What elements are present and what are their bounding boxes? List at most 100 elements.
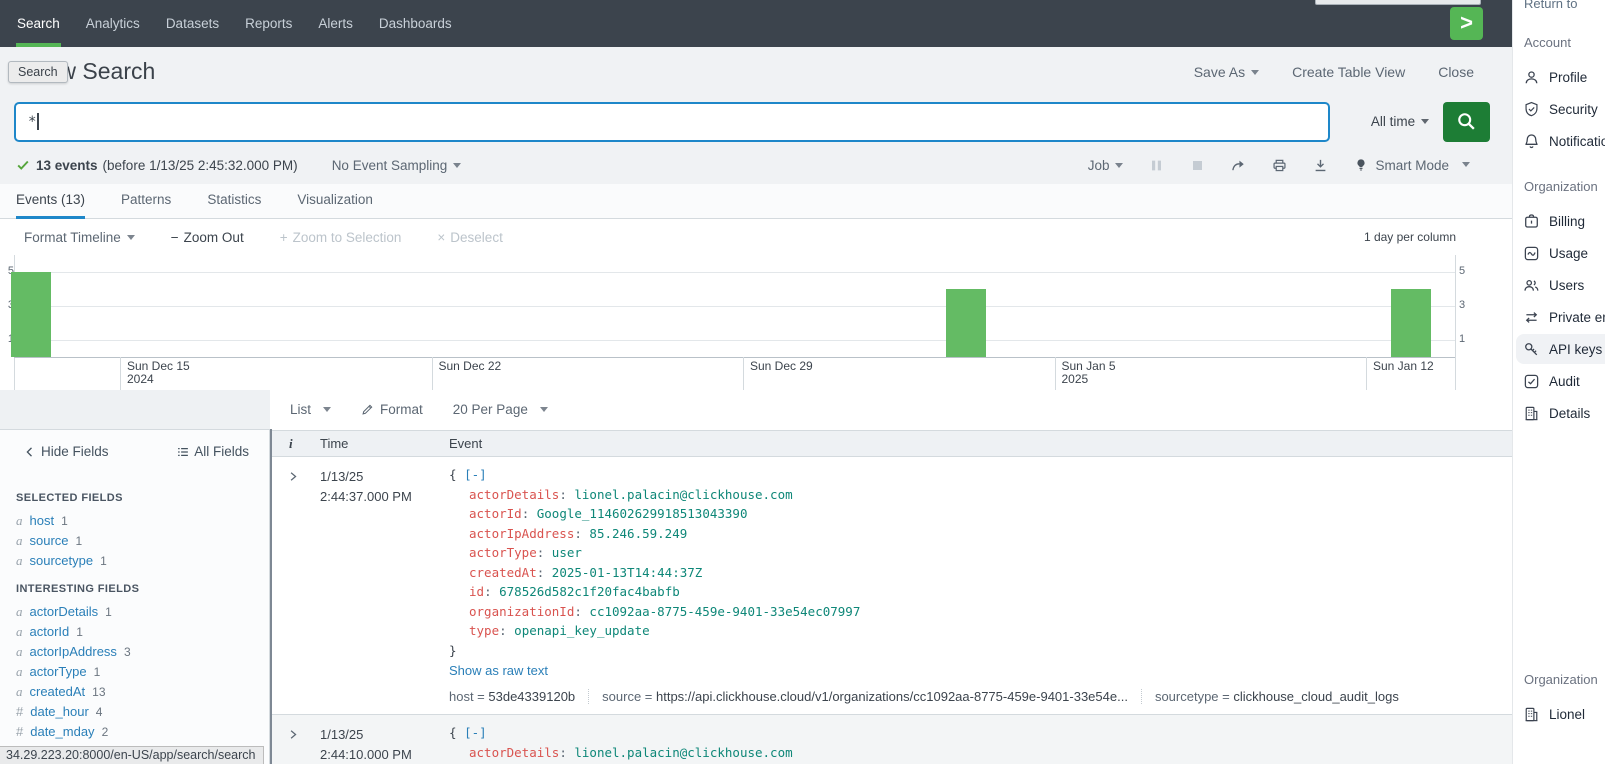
- section-label: Organization: [1513, 179, 1605, 197]
- search-icon: [1456, 111, 1477, 132]
- tab-statistics[interactable]: Statistics: [207, 184, 261, 219]
- time-range-picker[interactable]: All time: [1362, 102, 1438, 142]
- event-body: { [-]actorDetails: lionel.palacin@clickh…: [449, 723, 1512, 764]
- job-menu[interactable]: Job: [1088, 158, 1124, 173]
- field-link-host[interactable]: host: [30, 513, 55, 528]
- stop-icon[interactable]: [1190, 158, 1205, 173]
- key-icon: [1523, 341, 1540, 358]
- field-value-source[interactable]: source = https://api.clickhouse.cloud/v1…: [588, 689, 1128, 704]
- histogram-bar[interactable]: [11, 272, 51, 357]
- format-timeline-dropdown[interactable]: Format Timeline: [24, 230, 135, 245]
- field-link-createdAt[interactable]: createdAt: [30, 684, 86, 699]
- building-icon: [1523, 706, 1540, 723]
- nav-item-reports[interactable]: Reports: [232, 0, 305, 47]
- field-link-source[interactable]: source: [30, 533, 69, 548]
- shield-check-icon: [1523, 101, 1540, 118]
- close-button[interactable]: Close: [1438, 64, 1474, 80]
- event-rows: 1/13/252:44:37.000 PM{ [-]actorDetails: …: [272, 457, 1512, 764]
- header-actions: Save As Create Table View Close: [1194, 64, 1474, 80]
- event-sampling-dropdown[interactable]: No Event Sampling: [332, 158, 462, 173]
- histogram-bar[interactable]: [946, 289, 986, 357]
- export-icon[interactable]: [1313, 158, 1328, 173]
- search-mode-selector[interactable]: Smart Mode: [1354, 158, 1470, 173]
- users-icon: [1523, 277, 1540, 294]
- field-link-actorId[interactable]: actorId: [30, 624, 70, 639]
- share-icon[interactable]: [1231, 158, 1246, 173]
- settings-item-label: Details: [1549, 406, 1590, 421]
- settings-item-label: Private endpoints: [1549, 310, 1605, 325]
- settings-item-private-endpoints[interactable]: Private endpoints: [1513, 301, 1605, 333]
- x-axis-label: Sun Dec 152024: [127, 360, 190, 386]
- splunk-logo[interactable]: >: [1450, 7, 1483, 40]
- field-count: 1: [76, 534, 83, 548]
- nav-item-analytics[interactable]: Analytics: [73, 0, 153, 47]
- field-row: aactorType1: [16, 662, 261, 682]
- string-field-icon: a: [16, 684, 23, 699]
- collapse-json-button[interactable]: [-]: [464, 467, 487, 482]
- pause-icon[interactable]: [1149, 158, 1164, 173]
- field-row: #date_mday2: [16, 722, 261, 742]
- timeline-section: Format Timeline −Zoom Out +Zoom to Selec…: [0, 219, 1512, 390]
- string-field-icon: a: [16, 553, 23, 568]
- field-row: aactorId1: [16, 622, 261, 642]
- show-raw-text-link[interactable]: Show as raw text: [449, 663, 548, 678]
- all-fields-button[interactable]: All Fields: [177, 444, 249, 459]
- field-link-date_hour[interactable]: date_hour: [30, 704, 89, 719]
- settings-item-security[interactable]: Security: [1513, 93, 1605, 125]
- settings-section: AccountProfileSecurityNotifications: [1513, 35, 1605, 157]
- event-body: { [-]actorDetails: lionel.palacin@clickh…: [449, 465, 1512, 704]
- collapse-json-button[interactable]: [-]: [464, 725, 487, 740]
- settings-item-details[interactable]: Details: [1513, 397, 1605, 429]
- tab-visualization[interactable]: Visualization: [297, 184, 373, 219]
- nav-item-dashboards[interactable]: Dashboards: [366, 0, 465, 47]
- print-icon[interactable]: [1272, 158, 1287, 173]
- settings-item-lionel[interactable]: Lionel: [1513, 698, 1605, 730]
- settings-item-audit[interactable]: Audit: [1513, 365, 1605, 397]
- json-field-line: actorType: user: [449, 543, 1512, 563]
- format-results-button[interactable]: Format: [361, 402, 423, 417]
- settings-item-notifications[interactable]: Notifications: [1513, 125, 1605, 157]
- events-table: i Time Event 1/13/252:44:37.000 PM{ [-]a…: [270, 429, 1512, 764]
- field-link-actorIpAddress[interactable]: actorIpAddress: [30, 644, 117, 659]
- field-count: 1: [100, 554, 107, 568]
- field-value-host[interactable]: host = 53de4339120b: [449, 689, 575, 704]
- json-value: lionel.palacin@clickhouse.com: [574, 745, 792, 760]
- save-as-button[interactable]: Save As: [1194, 64, 1259, 80]
- settings-item-profile[interactable]: Profile: [1513, 61, 1605, 93]
- deselect-button[interactable]: ×Deselect: [437, 230, 502, 245]
- field-link-date_mday[interactable]: date_mday: [30, 724, 94, 739]
- event-row: 1/13/252:44:10.000 PM{ [-]actorDetails: …: [272, 715, 1512, 764]
- json-field-line: organizationId: cc1092aa-8775-459e-9401-…: [449, 602, 1512, 622]
- zoom-out-button[interactable]: −Zoom Out: [171, 230, 244, 245]
- chart-gridline: [14, 340, 1455, 341]
- search-button[interactable]: [1443, 102, 1490, 142]
- field-link-actorDetails[interactable]: actorDetails: [30, 604, 99, 619]
- settings-item-api-keys[interactable]: API keys: [1513, 333, 1605, 365]
- field-link-actorType[interactable]: actorType: [30, 664, 87, 679]
- nav-item-search[interactable]: Search: [4, 0, 73, 47]
- tab-events[interactable]: Events (13): [16, 184, 85, 219]
- return-link[interactable]: Return to: [1524, 0, 1577, 11]
- per-page-dropdown[interactable]: 20 Per Page: [453, 402, 548, 417]
- time-column-header: Time: [320, 436, 348, 451]
- hide-fields-button[interactable]: Hide Fields: [24, 444, 109, 459]
- settings-item-usage[interactable]: Usage: [1513, 237, 1605, 269]
- json-key: actorDetails: [469, 487, 559, 502]
- settings-item-users[interactable]: Users: [1513, 269, 1605, 301]
- x-axis-label: Sun Jan 52025: [1062, 360, 1116, 386]
- field-row: ahost1: [16, 511, 261, 531]
- event-selected-fields: host = 53de4339120b source = https://api.…: [449, 689, 1512, 704]
- tab-patterns[interactable]: Patterns: [121, 184, 171, 219]
- settings-item-billing[interactable]: Billing: [1513, 205, 1605, 237]
- zoom-to-selection-button[interactable]: +Zoom to Selection: [280, 230, 402, 245]
- nav-item-datasets[interactable]: Datasets: [153, 0, 232, 47]
- field-link-sourcetype[interactable]: sourcetype: [30, 553, 94, 568]
- field-value-sourcetype[interactable]: sourcetype = clickhouse_cloud_audit_logs: [1141, 689, 1399, 704]
- nav-item-alerts[interactable]: Alerts: [305, 0, 366, 47]
- expand-event-button[interactable]: [272, 723, 320, 764]
- expand-event-button[interactable]: [272, 465, 320, 704]
- list-view-dropdown[interactable]: List: [290, 402, 331, 417]
- create-table-view-button[interactable]: Create Table View: [1292, 64, 1405, 80]
- histogram-bar[interactable]: [1391, 289, 1431, 357]
- search-input[interactable]: *: [14, 102, 1330, 142]
